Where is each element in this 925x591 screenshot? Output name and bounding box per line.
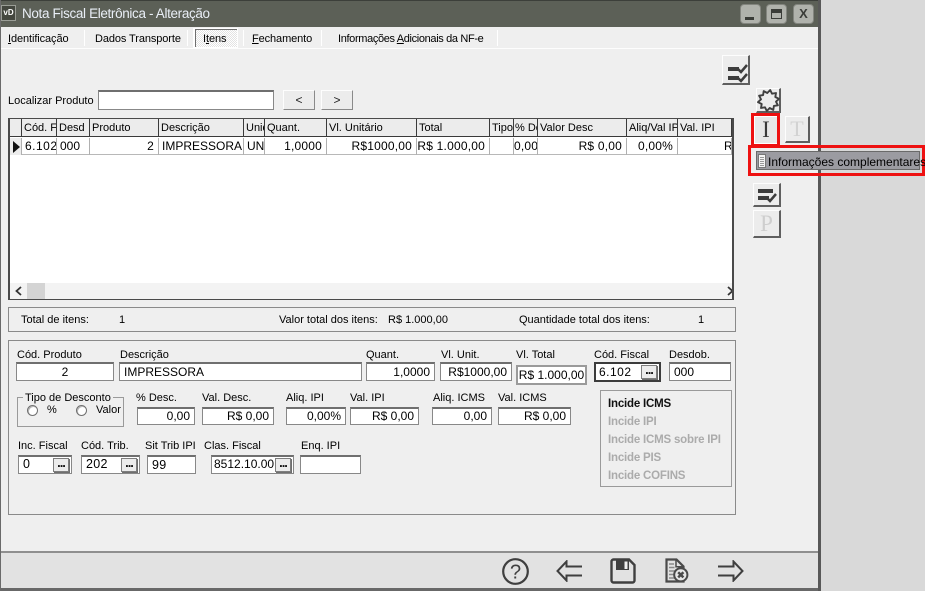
svg-text:?: ? [510,562,521,584]
